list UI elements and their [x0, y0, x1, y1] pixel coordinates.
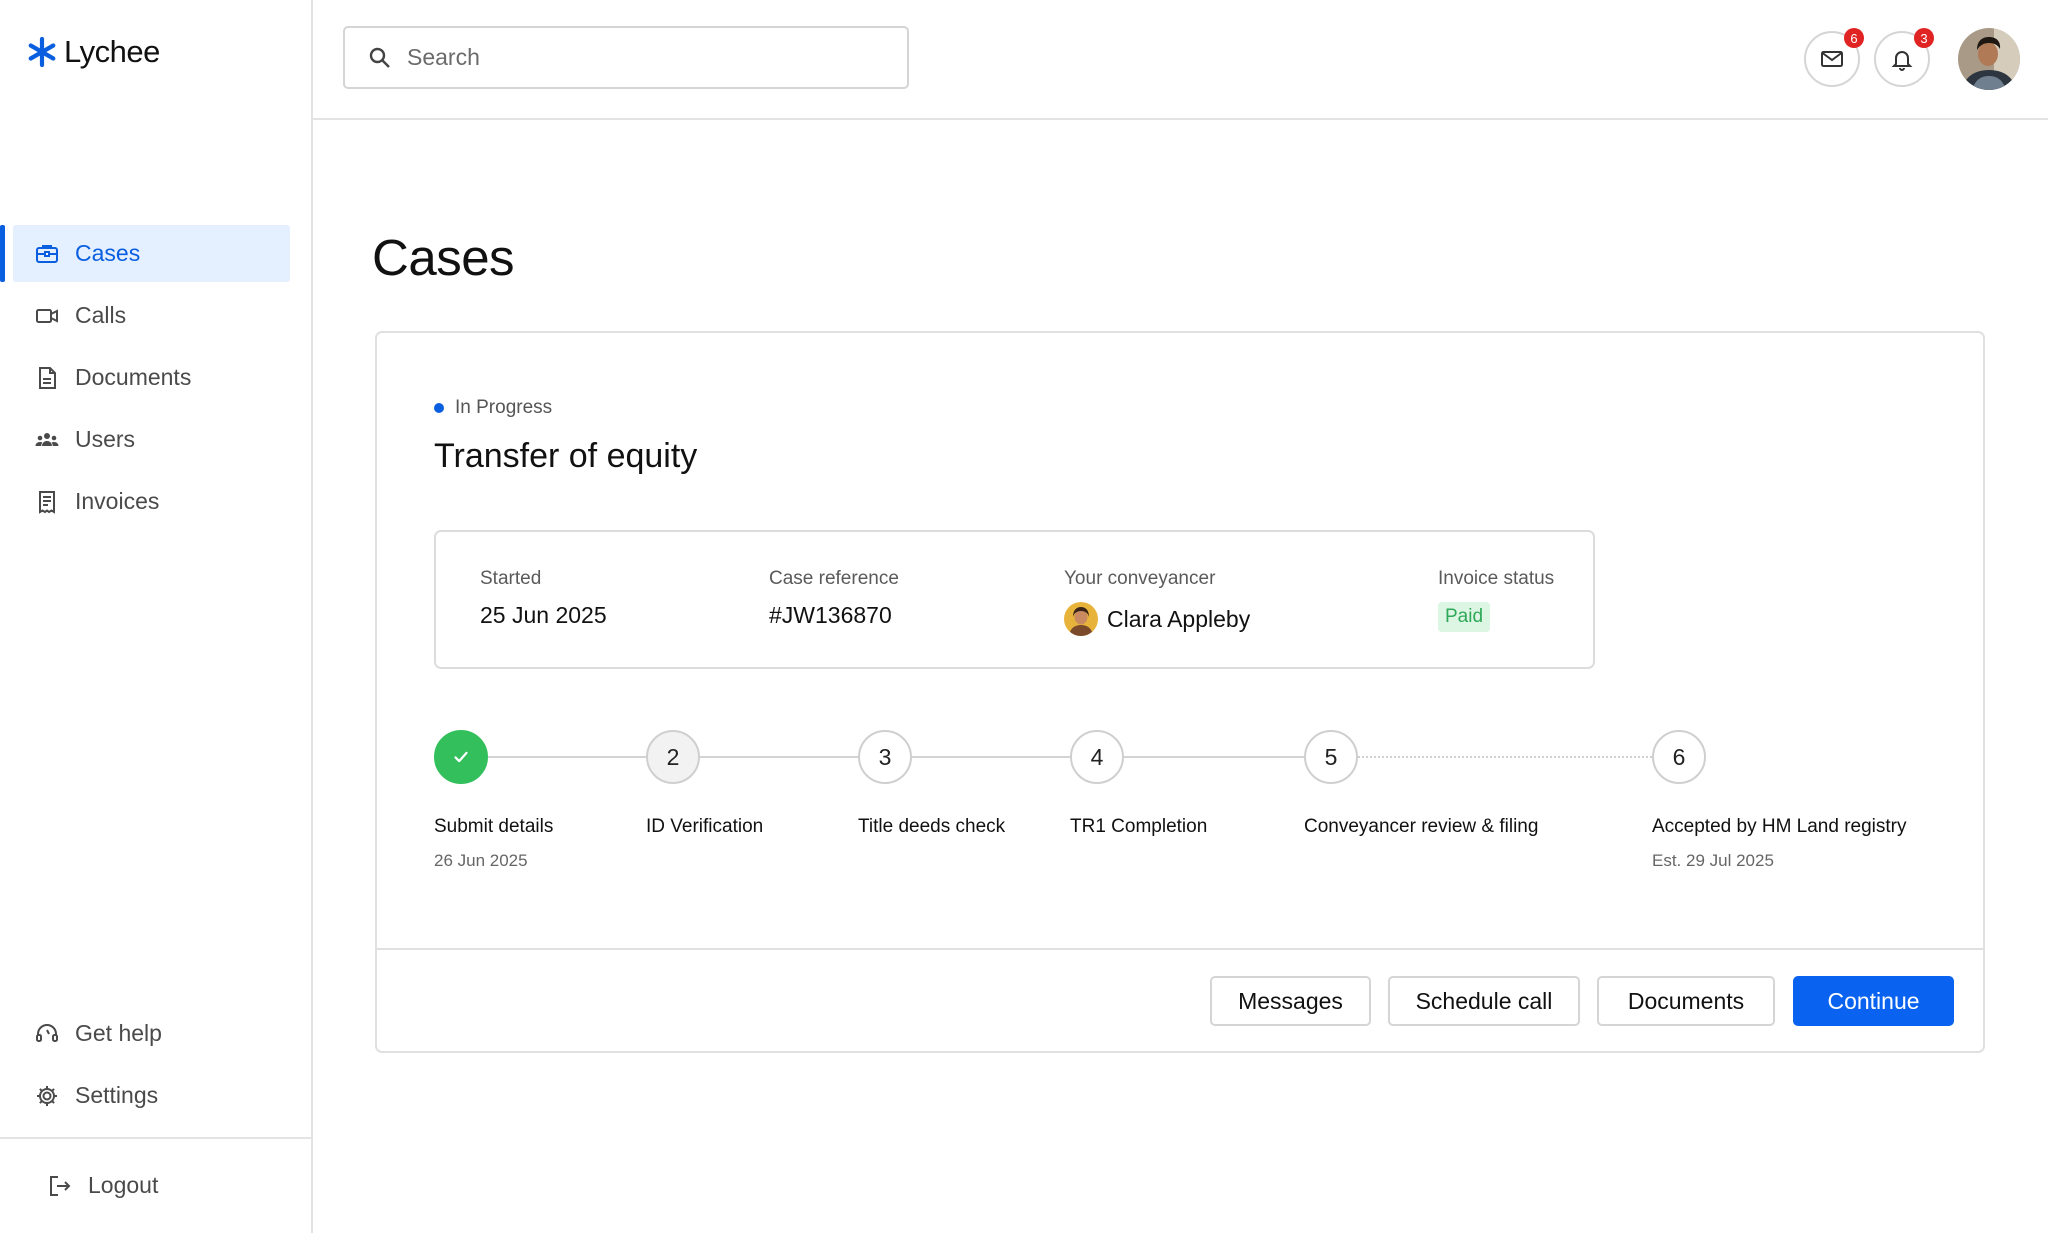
- search-box[interactable]: [343, 26, 909, 89]
- sidebar-item-label: Cases: [75, 240, 141, 266]
- sidebar-item-label: Invoices: [75, 488, 160, 514]
- video-icon: [34, 303, 60, 329]
- step-6-date: Est. 29 Jul 2025: [1652, 851, 1774, 870]
- step-connector: [700, 756, 858, 758]
- logout-button[interactable]: Logout: [26, 1157, 303, 1214]
- search-input[interactable]: [407, 44, 867, 71]
- logout-icon: [47, 1173, 73, 1199]
- sidebar-item-get-help[interactable]: Get help: [13, 1005, 290, 1062]
- invoice-status-label: Invoice status: [1438, 568, 1555, 589]
- invoice-icon: [34, 489, 60, 515]
- step-6-label: Accepted by HM Land registry: [1652, 816, 1907, 837]
- user-avatar[interactable]: [1958, 28, 2020, 90]
- headset-icon: [34, 1021, 60, 1047]
- started-value: 25 Jun 2025: [480, 602, 607, 628]
- status-dot: [434, 403, 444, 413]
- conveyancer-avatar: [1064, 602, 1098, 636]
- step-6-circle: 6: [1652, 730, 1706, 784]
- document-icon: [34, 365, 60, 391]
- logout-label: Logout: [88, 1172, 159, 1198]
- info-started: Started 25 Jun 2025: [480, 568, 607, 629]
- step-3-circle: 3: [858, 730, 912, 784]
- status-label: In Progress: [455, 397, 553, 418]
- case-reference-label: Case reference: [769, 568, 899, 589]
- sidebar-item-label: Calls: [75, 302, 127, 328]
- briefcase-icon: [34, 241, 60, 267]
- sidebar-item-label: Settings: [75, 1082, 159, 1108]
- sidebar-item-calls[interactable]: Calls: [13, 287, 290, 344]
- step-4-label: TR1 Completion: [1070, 816, 1208, 837]
- sidebar-item-cases[interactable]: Cases: [0, 225, 290, 282]
- progress-stepper: 2 3 4 5 6 Submit details 26 Jun 2025 ID …: [434, 730, 1934, 890]
- sidebar-divider: [0, 1137, 313, 1139]
- step-connector: [1124, 756, 1304, 758]
- case-title: Transfer of equity: [434, 437, 698, 475]
- top-header: 6 3: [313, 0, 2048, 120]
- continue-button[interactable]: Continue: [1793, 976, 1954, 1026]
- step-connector: [912, 756, 1070, 758]
- info-invoice-status: Invoice status Paid: [1438, 568, 1554, 632]
- documents-button[interactable]: Documents: [1597, 976, 1775, 1026]
- sidebar: Lychee Cases Calls Documents Users Invoi…: [0, 0, 313, 1233]
- check-icon: [454, 751, 468, 763]
- step-3-label: Title deeds check: [858, 816, 1006, 837]
- step-1-date: 26 Jun 2025: [434, 851, 528, 870]
- messages-icon-button[interactable]: 6: [1804, 28, 1864, 87]
- step-4-circle: 4: [1070, 730, 1124, 784]
- started-label: Started: [480, 568, 542, 589]
- sidebar-bottom-nav: Get help Settings: [0, 1005, 313, 1129]
- sidebar-item-label: Users: [75, 426, 136, 452]
- logo[interactable]: Lychee: [26, 34, 160, 70]
- info-conveyancer: Your conveyancer Clara Appleby: [1064, 568, 1250, 636]
- asterisk-logo-icon: [28, 36, 56, 68]
- conveyancer-value[interactable]: Clara Appleby: [1064, 602, 1250, 636]
- invoice-status-badge: Paid: [1438, 602, 1491, 632]
- info-case-reference: Case reference #JW136870: [769, 568, 899, 629]
- step-1-circle: [434, 730, 488, 784]
- sidebar-item-label: Get help: [75, 1020, 162, 1046]
- step-1-label: Submit details: [434, 816, 554, 837]
- sidebar-item-settings[interactable]: Settings: [13, 1067, 290, 1124]
- notifications-icon-button[interactable]: 3: [1874, 28, 1934, 87]
- step-2-circle: 2: [646, 730, 700, 784]
- user-avatar-image: [1958, 28, 2020, 90]
- sidebar-item-documents[interactable]: Documents: [13, 349, 290, 406]
- case-status: In Progress: [434, 397, 552, 419]
- messages-button[interactable]: Messages: [1210, 976, 1371, 1026]
- search-icon: [369, 47, 390, 68]
- mail-icon: [1821, 51, 1843, 67]
- schedule-call-button[interactable]: Schedule call: [1388, 976, 1580, 1026]
- invoice-status-wrapper: Paid: [1438, 602, 1554, 632]
- case-info-box: Started 25 Jun 2025 Case reference #JW13…: [434, 530, 1595, 669]
- case-card: In Progress Transfer of equity Started 2…: [375, 331, 1985, 1053]
- logo-text: Lychee: [64, 34, 160, 69]
- page-title: Cases: [372, 229, 515, 286]
- step-5-circle: 5: [1304, 730, 1358, 784]
- conveyancer-label: Your conveyancer: [1064, 568, 1216, 589]
- sidebar-item-users[interactable]: Users: [13, 411, 290, 468]
- step-2-label: ID Verification: [646, 816, 764, 837]
- sidebar-item-label: Documents: [75, 364, 192, 390]
- step-5-label: Conveyancer review & filing: [1304, 816, 1539, 837]
- mail-count-badge: 6: [1844, 28, 1864, 48]
- step-connector-dotted: [1358, 756, 1652, 758]
- bell-icon: [1891, 51, 1913, 71]
- case-reference-value: #JW136870: [769, 602, 892, 628]
- card-divider: [377, 948, 1983, 950]
- conveyancer-name: Clara Appleby: [1107, 605, 1251, 632]
- step-connector: [488, 756, 646, 758]
- users-icon: [34, 427, 60, 453]
- sidebar-item-invoices[interactable]: Invoices: [13, 473, 290, 530]
- notification-count-badge: 3: [1914, 28, 1934, 48]
- sidebar-nav: Cases Calls Documents Users Invoices: [0, 225, 313, 535]
- gear-icon: [34, 1083, 60, 1109]
